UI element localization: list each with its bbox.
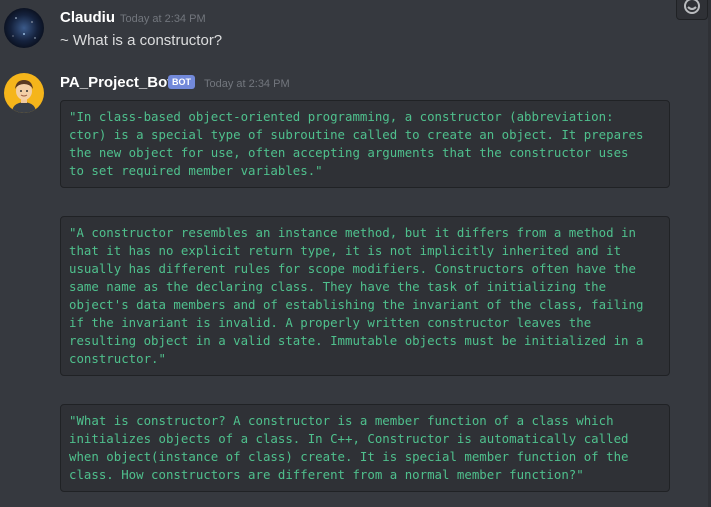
message-bot: PA_Project_Bot BOT Today at 2:34 PM "In … bbox=[0, 0, 711, 507]
bot-avatar[interactable] bbox=[4, 73, 44, 113]
message-timestamp: Today at 2:34 PM bbox=[204, 78, 290, 90]
code-block: "A constructor resembles an instance met… bbox=[60, 216, 670, 376]
code-block: "What is constructor? A constructor is a… bbox=[60, 404, 670, 492]
author-name[interactable]: PA_Project_Bot bbox=[60, 74, 172, 91]
bot-badge: BOT bbox=[168, 75, 195, 89]
code-block: "In class-based object-oriented programm… bbox=[60, 100, 670, 188]
cartoon-man-avatar-icon bbox=[4, 73, 44, 113]
